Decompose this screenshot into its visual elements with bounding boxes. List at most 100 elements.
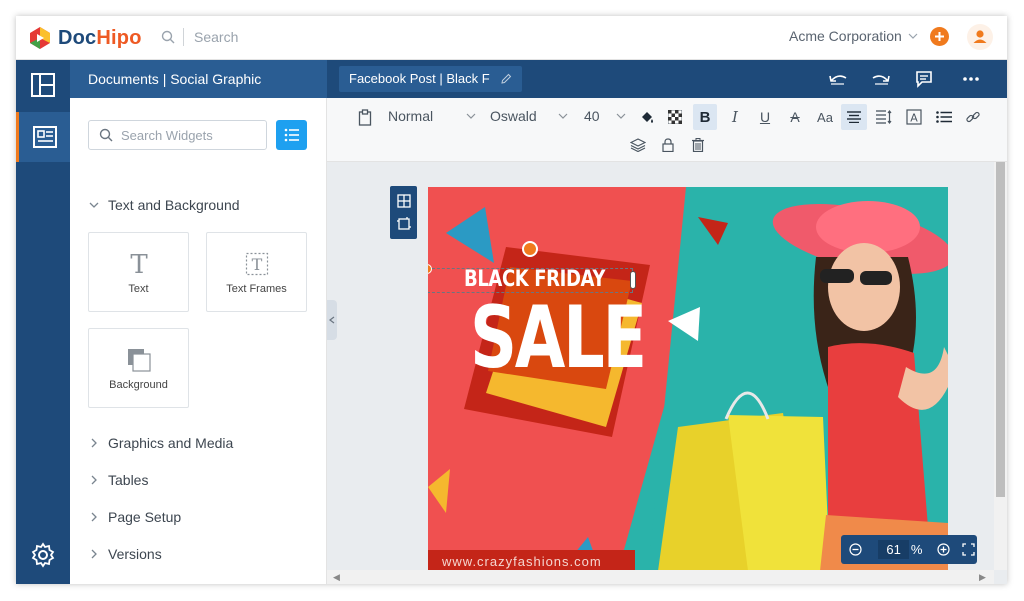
bold-button[interactable]: B (693, 104, 717, 130)
organization-selector[interactable]: Acme Corporation (789, 28, 918, 44)
vertical-scrollbar[interactable] (994, 162, 1007, 570)
scroll-right-arrow[interactable]: ▶ (979, 572, 986, 583)
section-tables[interactable]: Tables (88, 472, 148, 488)
layout-icon (31, 73, 55, 97)
design-sale-text[interactable]: SALE (470, 295, 647, 381)
search-icon (99, 128, 113, 142)
zoom-control: 61 % (841, 535, 977, 564)
link-button[interactable] (960, 104, 986, 130)
strikethrough-button[interactable]: A (783, 104, 807, 130)
document-title-tab[interactable]: Facebook Post | Black F (339, 66, 522, 92)
bullet-list-icon (936, 111, 952, 123)
widget-text-tile[interactable]: T Text (88, 232, 189, 312)
zoom-out-icon (849, 543, 862, 556)
fullscreen-button[interactable] (960, 543, 977, 556)
widget-search-input[interactable]: Search Widgets (88, 120, 267, 150)
section-label: Versions (108, 546, 162, 562)
layers-button[interactable] (628, 135, 648, 155)
search-placeholder[interactable]: Search (194, 29, 238, 45)
scroll-left-arrow[interactable]: ◀ (333, 572, 340, 583)
svg-text:T: T (251, 255, 262, 274)
text-case-button[interactable]: Aa (811, 104, 839, 130)
line-spacing-button[interactable] (871, 104, 897, 130)
zoom-unit: % (910, 542, 923, 557)
app-window: DocHipo Search Acme Corporation Document… (16, 16, 1007, 584)
more-options-button[interactable] (961, 70, 981, 88)
chevron-down-icon (89, 202, 99, 208)
background-icon (126, 345, 152, 375)
rail-widgets-button[interactable] (16, 112, 70, 162)
rotate-handle[interactable] (522, 241, 538, 257)
grid-icon[interactable] (396, 194, 411, 208)
paint-bucket-icon (642, 112, 653, 123)
font-family-select[interactable]: Oswald (490, 108, 537, 124)
logo-text-part2: Hipo (96, 26, 142, 49)
collapse-panel-button[interactable] (327, 300, 337, 340)
fill-color-button[interactable] (636, 106, 658, 128)
chevron-down-icon[interactable] (558, 113, 568, 119)
text-style-select[interactable]: Normal (388, 108, 433, 124)
widget-text-frames-tile[interactable]: T Text Frames (206, 232, 307, 312)
widget-background-tile[interactable]: Background (88, 328, 189, 408)
undo-button[interactable] (828, 70, 848, 88)
section-text-and-background[interactable]: Text and Background (88, 197, 240, 213)
font-size-select[interactable]: 40 (584, 108, 600, 124)
svg-text:A: A (910, 112, 918, 125)
text-color-icon: A (906, 109, 922, 125)
search-icon (161, 30, 175, 44)
global-search[interactable]: Search (161, 28, 238, 46)
horizontal-scrollbar[interactable]: ◀ ▶ (327, 570, 994, 584)
underline-button[interactable]: U (753, 104, 777, 130)
organization-name: Acme Corporation (789, 28, 902, 44)
logo-text-part1: Doc (58, 26, 97, 49)
crop-page-icon[interactable] (396, 217, 411, 231)
comments-button[interactable] (914, 70, 934, 88)
logo[interactable]: DocHipo (28, 26, 142, 50)
list-view-button[interactable] (276, 120, 307, 150)
line-spacing-icon (876, 110, 892, 124)
zoom-in-button[interactable] (934, 543, 951, 556)
text-color-button[interactable]: A (901, 104, 927, 130)
transparency-button[interactable] (664, 106, 686, 128)
design-sunglasses-left (820, 269, 854, 283)
design-sunglasses-right (860, 271, 892, 285)
section-label: Tables (108, 472, 149, 488)
design-dress (828, 343, 928, 527)
section-page-setup[interactable]: Page Setup (88, 509, 181, 525)
zoom-out-button[interactable] (847, 543, 864, 556)
widget-background-label: Background (109, 379, 168, 391)
lock-button[interactable] (658, 135, 678, 155)
top-bar: DocHipo Search Acme Corporation (16, 16, 1007, 60)
width-handle[interactable] (630, 271, 636, 289)
chevron-left-icon (329, 316, 335, 324)
user-avatar[interactable] (967, 24, 993, 50)
section-label: Page Setup (108, 509, 182, 525)
design-page[interactable]: BLACK FRIDAY SALE www.crazyfashions.com (428, 187, 948, 571)
paste-button[interactable] (356, 106, 374, 128)
delete-button[interactable] (688, 135, 708, 155)
redo-button[interactable] (871, 70, 891, 88)
rail-settings-button[interactable] (16, 530, 70, 580)
add-button[interactable] (930, 27, 949, 46)
pencil-icon[interactable] (500, 73, 512, 85)
italic-button[interactable]: I (723, 104, 747, 130)
section-versions[interactable]: Versions (88, 546, 162, 562)
chevron-right-icon (91, 512, 97, 522)
vertical-scroll-thumb[interactable] (996, 162, 1005, 497)
section-label: Graphics and Media (108, 435, 234, 451)
design-face (828, 243, 900, 331)
document-title: Facebook Post | Black F (349, 71, 490, 86)
zoom-value[interactable]: 61 (878, 540, 909, 559)
gear-icon (31, 542, 55, 568)
zoom-in-icon (937, 543, 950, 556)
design-url-text[interactable]: www.crazyfashions.com (442, 554, 602, 569)
rail-layout-button[interactable] (16, 60, 70, 110)
chevron-down-icon[interactable] (466, 113, 476, 119)
document-header: Facebook Post | Black F (327, 60, 1007, 98)
align-center-button[interactable] (841, 104, 867, 130)
bullet-list-button[interactable] (931, 104, 957, 130)
section-graphics-and-media[interactable]: Graphics and Media (88, 435, 233, 451)
widget-text-frames-label: Text Frames (226, 283, 287, 295)
widget-panel: Search Widgets Text and Background T Tex… (70, 98, 327, 584)
chevron-down-icon[interactable] (616, 113, 626, 119)
